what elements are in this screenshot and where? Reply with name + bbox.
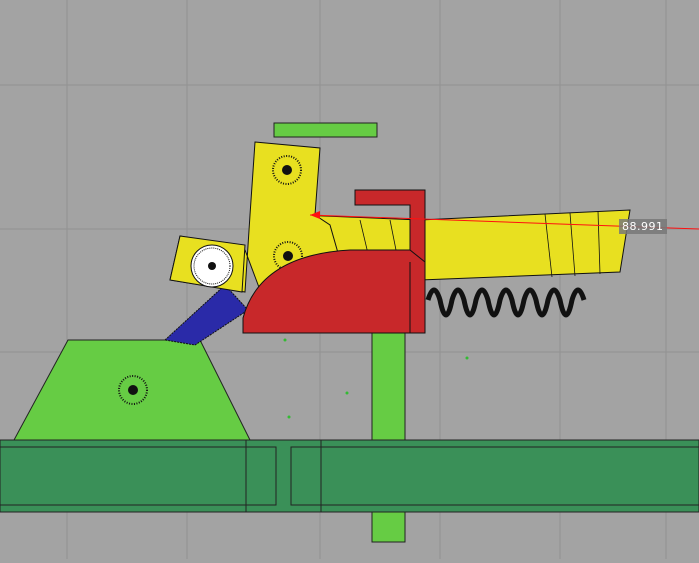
blue-spring[interactable] bbox=[163, 284, 249, 346]
black-spring[interactable] bbox=[425, 287, 587, 318]
scene[interactable] bbox=[0, 0, 699, 559]
base-rail[interactable] bbox=[0, 439, 699, 513]
measurement-readout: 88.991 bbox=[619, 219, 667, 234]
bolt-icon bbox=[118, 375, 148, 405]
pulley-icon bbox=[190, 244, 234, 288]
top-bar[interactable] bbox=[273, 122, 378, 138]
3d-viewport[interactable]: 88.991 bbox=[0, 0, 699, 559]
